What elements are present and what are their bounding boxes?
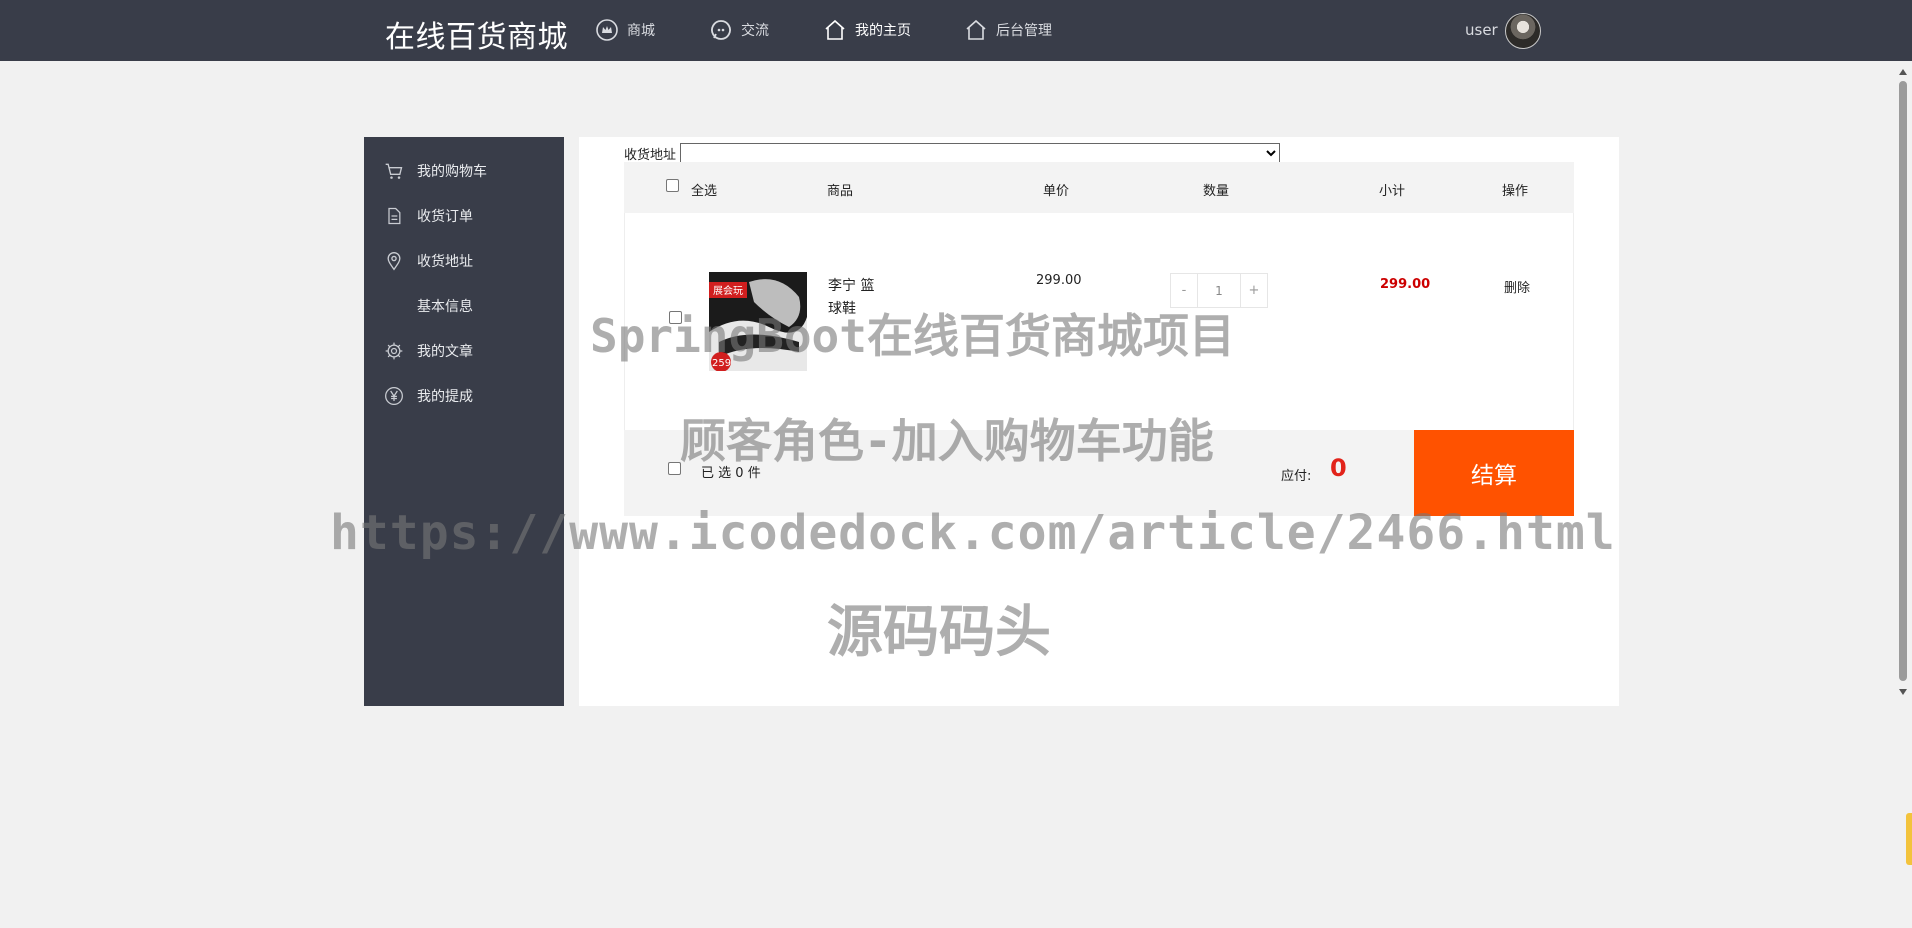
cart-icon (385, 163, 403, 179)
yen-icon (385, 387, 403, 405)
chat-icon (711, 20, 731, 40)
address-select[interactable] (680, 143, 1281, 163)
payable-label: 应付: (1281, 469, 1312, 484)
page-scrollbar[interactable] (1895, 61, 1912, 703)
select-all-checkbox[interactable] (666, 179, 679, 192)
payable-value: 0 (1330, 454, 1347, 482)
brand-title[interactable]: 在线百货商城 (385, 12, 568, 56)
watermark-line-2: 顾客角色-加入购物车功能 (680, 414, 1214, 468)
home-icon (966, 19, 986, 40)
sidebar-item-label: 我的文章 (417, 344, 473, 360)
address-row: 收货地址 (624, 143, 1281, 163)
nav-label: 我的主页 (855, 23, 911, 39)
sidebar-item-label: 我的购物车 (417, 164, 487, 180)
sidebar: 我的购物车 收货订单 收货地址 基本信息 我的文章 我的提成 (364, 137, 564, 706)
top-navbar: 在线百货商城 商城 交流 我的主页 后台管理 user (0, 0, 1912, 61)
product-image-caption: 展会玩 (713, 284, 743, 297)
sidebar-item-label: 收货订单 (417, 209, 473, 225)
nav-item-mall[interactable]: 商城 (595, 17, 655, 43)
sidebar-item-label: 我的提成 (417, 389, 473, 405)
select-all-label: 全选 (691, 184, 718, 199)
sidebar-item-label: 基本信息 (417, 299, 473, 315)
watermark-line-4: 源码码头 (827, 600, 1051, 665)
sidebar-item-address[interactable]: 收货地址 (364, 241, 564, 281)
sidebar-item-cart[interactable]: 我的购物车 (364, 151, 564, 191)
unit-price: 299.00 (1036, 273, 1082, 288)
delete-button[interactable]: 删除 (1504, 277, 1530, 296)
nav-item-admin[interactable]: 后台管理 (964, 17, 1052, 43)
nav-item-my-home[interactable]: 我的主页 (823, 17, 911, 43)
watermark-line-3: https://www.icodedock.com/article/2466.h… (330, 505, 1616, 561)
col-subtotal: 小计 (1379, 184, 1406, 199)
col-action: 操作 (1502, 184, 1529, 199)
scroll-down-arrow-icon[interactable] (1899, 689, 1907, 695)
sidebar-item-profile[interactable]: 基本信息 (364, 286, 564, 326)
col-quantity: 数量 (1203, 184, 1230, 199)
cart-table-header: 全选 商品 单价 数量 小计 操作 (624, 162, 1574, 213)
item-subtotal: 299.00 (1380, 277, 1431, 292)
crown-icon (596, 19, 618, 41)
col-product: 商品 (827, 184, 854, 199)
avatar[interactable] (1505, 13, 1541, 49)
nav-label: 商城 (627, 23, 655, 39)
watermark-line-1: SpringBoot在线百货商城项目 (590, 309, 1235, 363)
sidebar-item-articles[interactable]: 我的文章 (364, 331, 564, 371)
home-icon (825, 19, 845, 40)
side-tab[interactable] (1906, 813, 1912, 865)
nav-label: 后台管理 (996, 23, 1052, 39)
location-icon (387, 252, 401, 271)
nav-item-community[interactable]: 交流 (709, 17, 769, 43)
username[interactable]: user (1465, 21, 1498, 39)
scroll-up-arrow-icon[interactable] (1899, 69, 1907, 75)
document-icon (388, 207, 401, 225)
col-unit-price: 单价 (1043, 184, 1070, 199)
nav-label: 交流 (741, 23, 769, 39)
address-label: 收货地址 (624, 147, 677, 163)
sidebar-item-orders[interactable]: 收货订单 (364, 196, 564, 236)
increment-button[interactable]: + (1241, 274, 1267, 307)
scroll-thumb[interactable] (1899, 81, 1907, 681)
checkout-button[interactable]: 结算 (1414, 430, 1574, 516)
sidebar-item-commission[interactable]: 我的提成 (364, 376, 564, 416)
gear-icon (385, 342, 403, 360)
sidebar-item-label: 收货地址 (417, 254, 473, 270)
